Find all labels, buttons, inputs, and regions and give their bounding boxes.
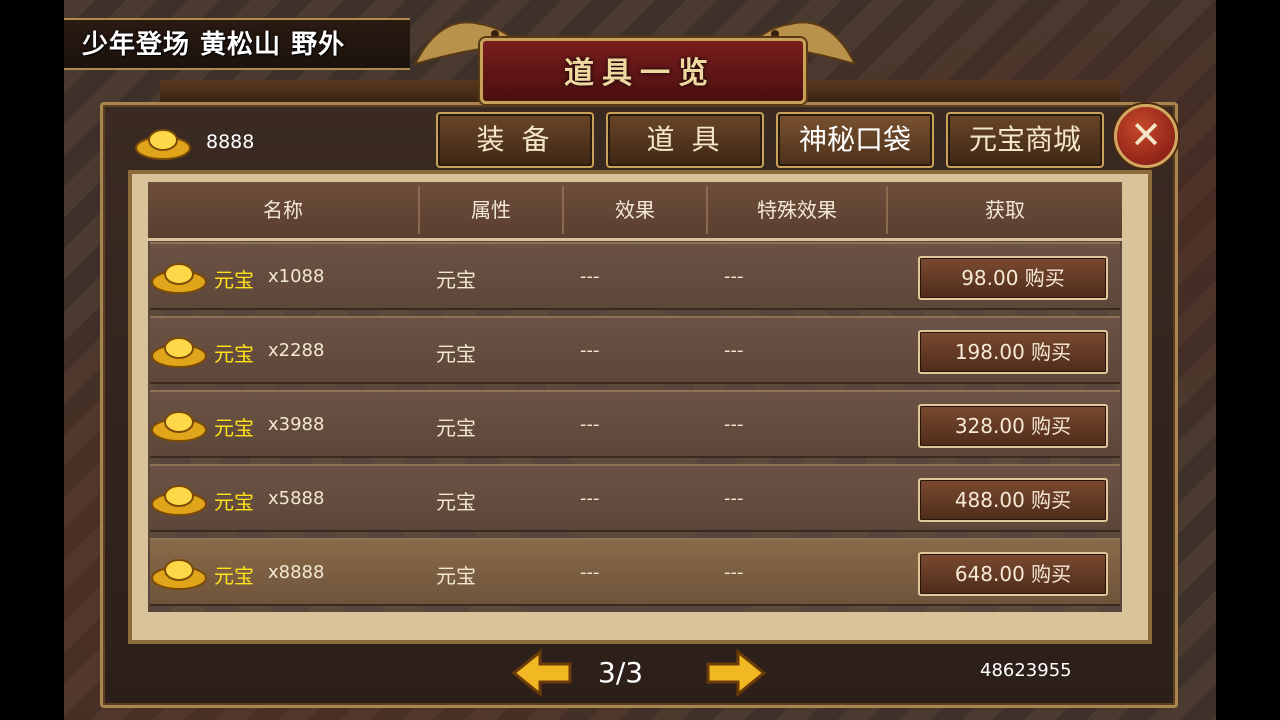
header-attribute: 属性 xyxy=(471,198,511,222)
player-id: 48623955 xyxy=(980,660,1072,681)
item-name: 元宝 xyxy=(214,342,254,366)
item-quantity: x3988 xyxy=(268,414,325,435)
header-name: 名称 xyxy=(263,198,303,222)
gold-ingot-icon xyxy=(151,411,207,442)
gold-ingot-icon xyxy=(151,485,207,516)
panel-title: 道具一览 xyxy=(564,56,716,91)
gold-ingot-icon xyxy=(151,263,207,294)
item-attribute: 元宝 xyxy=(436,268,476,292)
gold-ingot-icon xyxy=(151,337,207,368)
item-attribute: 元宝 xyxy=(436,490,476,514)
item-name: 元宝 xyxy=(214,268,254,292)
item-special-effect: --- xyxy=(724,266,744,287)
letterbox-right xyxy=(1216,0,1280,720)
item-quantity: x8888 xyxy=(268,562,325,583)
buy-button[interactable]: 98.00 购买 xyxy=(918,256,1108,300)
close-icon[interactable]: ✕ xyxy=(1114,104,1178,168)
buy-button[interactable]: 328.00 购买 xyxy=(918,404,1108,448)
page-indicator: 3/3 xyxy=(598,656,644,689)
item-effect: --- xyxy=(580,488,600,509)
next-page-arrow-icon[interactable] xyxy=(706,648,766,698)
header-obtain: 获取 xyxy=(985,198,1025,222)
item-quantity: x1088 xyxy=(268,266,325,287)
item-effect: --- xyxy=(580,414,600,435)
item-special-effect: --- xyxy=(724,414,744,435)
gold-ingot-icon xyxy=(151,559,207,590)
item-attribute: 元宝 xyxy=(436,342,476,366)
item-attribute: 元宝 xyxy=(436,564,476,588)
item-quantity: x2288 xyxy=(268,340,325,361)
location-label: 少年登场 黄松山 野外 xyxy=(82,30,346,60)
tab-mystery-bag[interactable]: 神秘口袋 xyxy=(776,112,934,168)
letterbox-left xyxy=(0,0,64,720)
item-name: 元宝 xyxy=(214,564,254,588)
header-effect: 效果 xyxy=(615,198,655,222)
item-name: 元宝 xyxy=(214,490,254,514)
item-special-effect: --- xyxy=(724,562,744,583)
header-special-effect: 特殊效果 xyxy=(757,198,837,222)
item-name: 元宝 xyxy=(214,416,254,440)
tab-items[interactable]: 道 具 xyxy=(606,112,764,168)
item-effect: --- xyxy=(580,340,600,361)
tab-ingot-mall[interactable]: 元宝商城 xyxy=(946,112,1104,168)
tab-equipment[interactable]: 装 备 xyxy=(436,112,594,168)
item-effect: --- xyxy=(580,266,600,287)
gold-ingot-icon xyxy=(135,129,191,160)
item-special-effect: --- xyxy=(724,340,744,361)
item-attribute: 元宝 xyxy=(436,416,476,440)
item-special-effect: --- xyxy=(724,488,744,509)
currency-amount: 8888 xyxy=(206,131,255,153)
buy-button[interactable]: 198.00 购买 xyxy=(918,330,1108,374)
buy-button[interactable]: 488.00 购买 xyxy=(918,478,1108,522)
prev-page-arrow-icon[interactable] xyxy=(512,648,572,698)
buy-button[interactable]: 648.00 购买 xyxy=(918,552,1108,596)
item-effect: --- xyxy=(580,562,600,583)
item-quantity: x5888 xyxy=(268,488,325,509)
